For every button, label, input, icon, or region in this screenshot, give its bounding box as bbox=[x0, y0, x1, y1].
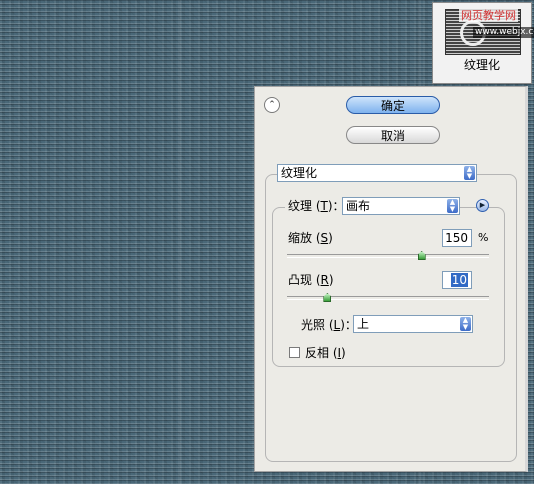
light-select-value: 上 bbox=[357, 317, 370, 331]
texture-label: 纹理 (T)： bbox=[285, 198, 348, 214]
texture-select-value: 画布 bbox=[346, 199, 371, 213]
relief-input-value: 10 bbox=[450, 273, 468, 287]
filter-select[interactable]: 纹理化 ▲ ▼ bbox=[277, 164, 477, 182]
ok-button[interactable]: 确定 bbox=[346, 96, 440, 114]
texture-select[interactable]: 画布 ▲ ▼ bbox=[342, 197, 460, 215]
texture-menu-arrow-icon[interactable]: ▶ bbox=[476, 199, 489, 212]
light-label: 光照 (L)： bbox=[301, 317, 357, 333]
light-select[interactable]: 上 ▲ ▼ bbox=[353, 315, 473, 333]
relief-slider-track[interactable] bbox=[287, 296, 489, 300]
relief-input[interactable]: 10 bbox=[442, 271, 472, 289]
invert-label: 反相 (I) bbox=[305, 345, 346, 361]
filter-select-value: 纹理化 bbox=[281, 166, 318, 180]
invert-checkbox[interactable] bbox=[289, 347, 300, 358]
watermark-text: 网页教学网 bbox=[459, 9, 518, 22]
relief-label: 凸现 (R) bbox=[288, 272, 334, 288]
cancel-button[interactable]: 取消 bbox=[346, 126, 440, 144]
filter-thumbnail-caption: 纹理化 bbox=[463, 58, 500, 72]
filter-options-panel: ⌃ 确定 取消 纹理化 ▲ ▼ 纹理 (T)： 画布 ▲ ▼ ▶ 缩放 (S) 15… bbox=[254, 86, 528, 472]
scaling-unit: % bbox=[478, 231, 489, 244]
watermark-url: www.webjx.com bbox=[473, 27, 534, 38]
collapse-chevron-icon[interactable]: ⌃ bbox=[264, 97, 280, 113]
scaling-slider-track[interactable] bbox=[287, 254, 489, 258]
select-arrows-icon: ▲ ▼ bbox=[447, 199, 458, 213]
select-arrows-icon: ▲ ▼ bbox=[460, 317, 471, 331]
filter-thumbnail[interactable]: 网页教学网 www.webjx.com 纹理化 bbox=[432, 2, 534, 84]
scaling-input[interactable]: 150 bbox=[442, 229, 472, 247]
select-arrows-icon: ▲ ▼ bbox=[464, 166, 475, 180]
scaling-label: 缩放 (S) bbox=[288, 230, 333, 246]
